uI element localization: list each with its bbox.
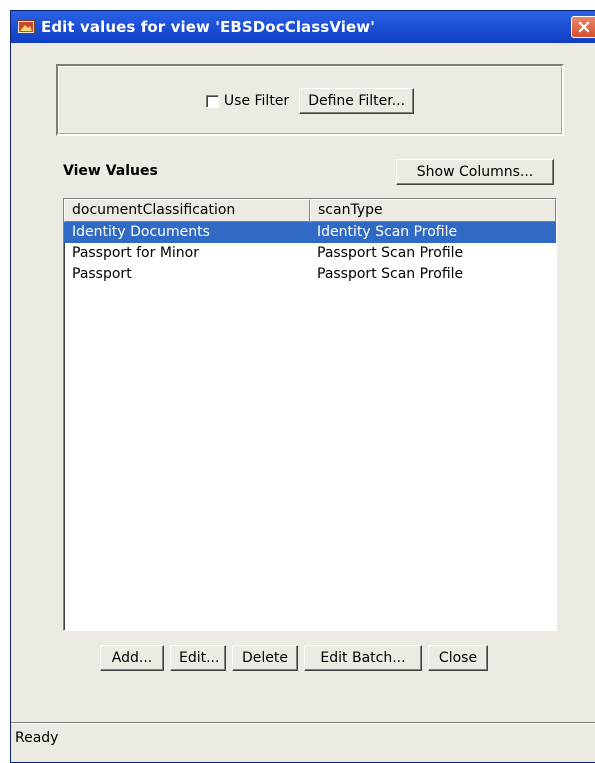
window-app-icon <box>17 20 35 34</box>
cell-document-classification: Identity Documents <box>72 224 210 240</box>
title-bar[interactable]: Edit values for view 'EBSDocClassView' <box>11 11 595 43</box>
filter-controls: Use Filter Define Filter... <box>58 88 562 114</box>
table-row[interactable]: Identity Documents Identity Scan Profile <box>64 222 556 243</box>
edit-batch-button[interactable]: Edit Batch... <box>304 645 422 671</box>
action-buttons: Add... Edit... Delete Edit Batch... Clos… <box>100 645 494 671</box>
cell-scan-type: Passport Scan Profile <box>317 245 464 261</box>
column-header-scan-type[interactable]: scanType <box>310 199 556 222</box>
cell-document-classification: Passport for Minor <box>72 245 199 261</box>
show-columns-button[interactable]: Show Columns... <box>396 159 554 185</box>
edit-button[interactable]: Edit... <box>170 645 226 671</box>
view-values-table: documentClassification scanType Identity… <box>63 198 557 631</box>
use-filter-toggle[interactable]: Use Filter <box>205 93 290 109</box>
cell-scan-type: Identity Scan Profile <box>317 224 458 240</box>
define-filter-button[interactable]: Define Filter... <box>299 88 415 114</box>
use-filter-checkbox[interactable] <box>205 94 219 108</box>
table-header: documentClassification scanType <box>64 199 556 222</box>
use-filter-label: Use Filter <box>223 93 290 109</box>
window-title: Edit values for view 'EBSDocClassView' <box>41 18 375 36</box>
cell-document-classification: Passport <box>72 266 132 282</box>
status-bar: Ready <box>11 722 595 754</box>
filter-panel: Use Filter Define Filter... <box>56 64 564 136</box>
close-button[interactable]: Close <box>428 645 488 671</box>
delete-button[interactable]: Delete <box>232 645 298 671</box>
table-row[interactable]: Passport Passport Scan Profile <box>64 264 556 285</box>
column-header-document-classification[interactable]: documentClassification <box>64 199 310 222</box>
view-values-label: View Values <box>63 163 158 179</box>
status-text: Ready <box>15 730 59 746</box>
edit-values-dialog: Edit values for view 'EBSDocClassView' U… <box>10 10 595 763</box>
close-icon <box>577 21 590 33</box>
add-button[interactable]: Add... <box>100 645 164 671</box>
close-window-button[interactable] <box>571 16 595 38</box>
table-row[interactable]: Passport for Minor Passport Scan Profile <box>64 243 556 264</box>
cell-scan-type: Passport Scan Profile <box>317 266 464 282</box>
table-body: Identity Documents Identity Scan Profile… <box>64 222 556 285</box>
